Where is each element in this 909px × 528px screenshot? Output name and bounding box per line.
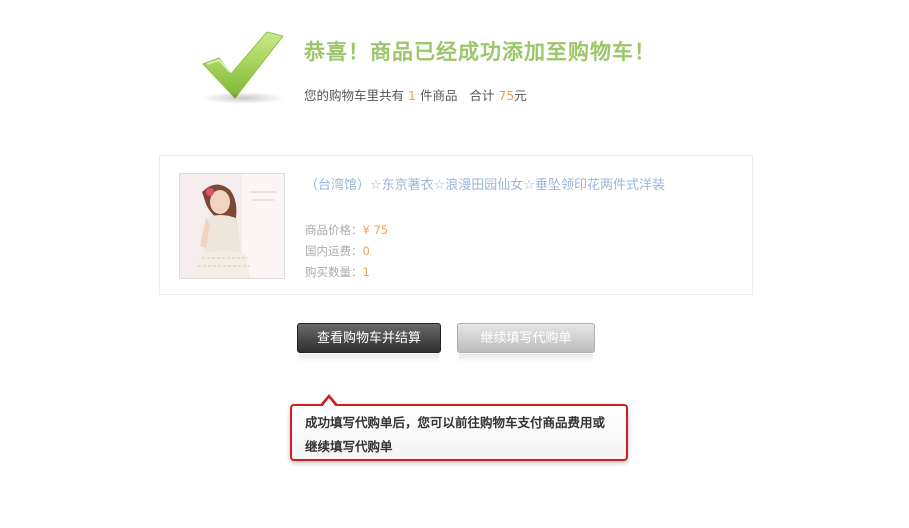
shipping-value: 0 bbox=[362, 244, 370, 258]
price-label: 商品价格： bbox=[305, 223, 363, 237]
product-quantity: 购买数量：1 bbox=[305, 264, 370, 280]
product-price: 商品价格：¥ 75 bbox=[305, 222, 388, 238]
summary-prefix: 您的购物车里共有 bbox=[304, 88, 405, 103]
view-cart-button-reflection bbox=[299, 354, 439, 362]
continue-order-button[interactable]: 继续填写代购单 bbox=[457, 323, 595, 353]
view-cart-checkout-button[interactable]: 查看购物车并结算 bbox=[297, 323, 441, 353]
product-card: （台湾馆）☆东京著衣☆浪漫田园仙女☆垂坠领印花两件式洋装 商品价格：¥ 75 国… bbox=[159, 155, 753, 295]
product-photo bbox=[180, 174, 284, 278]
summary-total-label: 合计 bbox=[469, 88, 495, 103]
quantity-value: 1 bbox=[362, 265, 370, 279]
tooltip-arrow-fill bbox=[322, 398, 336, 407]
summary-total-unit: 元 bbox=[514, 88, 527, 103]
cart-summary: 您的购物车里共有 1 件商品 合计 75元 bbox=[304, 85, 527, 104]
product-title-link[interactable]: （台湾馆）☆东京著衣☆浪漫田园仙女☆垂坠领印花两件式洋装 bbox=[305, 176, 665, 196]
product-thumbnail[interactable] bbox=[179, 173, 285, 279]
check-shadow bbox=[201, 92, 285, 104]
quantity-label: 购买数量： bbox=[305, 265, 363, 279]
price-value: ¥ 75 bbox=[362, 223, 389, 237]
success-check-icon bbox=[197, 28, 292, 108]
shipping-label: 国内运费： bbox=[305, 244, 363, 258]
success-headline: 恭喜！商品已经成功添加至购物车！ bbox=[304, 39, 656, 64]
cart-total-amount: 75 bbox=[498, 88, 515, 103]
cart-item-count: 1 bbox=[408, 88, 416, 103]
continue-button-reflection bbox=[459, 354, 593, 362]
summary-count-suffix: 件商品 bbox=[419, 88, 458, 103]
info-tooltip: 成功填写代购单后，您可以前往购物车支付商品费用或继续填写代购单 bbox=[290, 394, 628, 461]
tooltip-text: 成功填写代购单后，您可以前往购物车支付商品费用或继续填写代购单 bbox=[305, 415, 606, 454]
product-shipping: 国内运费：0 bbox=[305, 243, 370, 259]
